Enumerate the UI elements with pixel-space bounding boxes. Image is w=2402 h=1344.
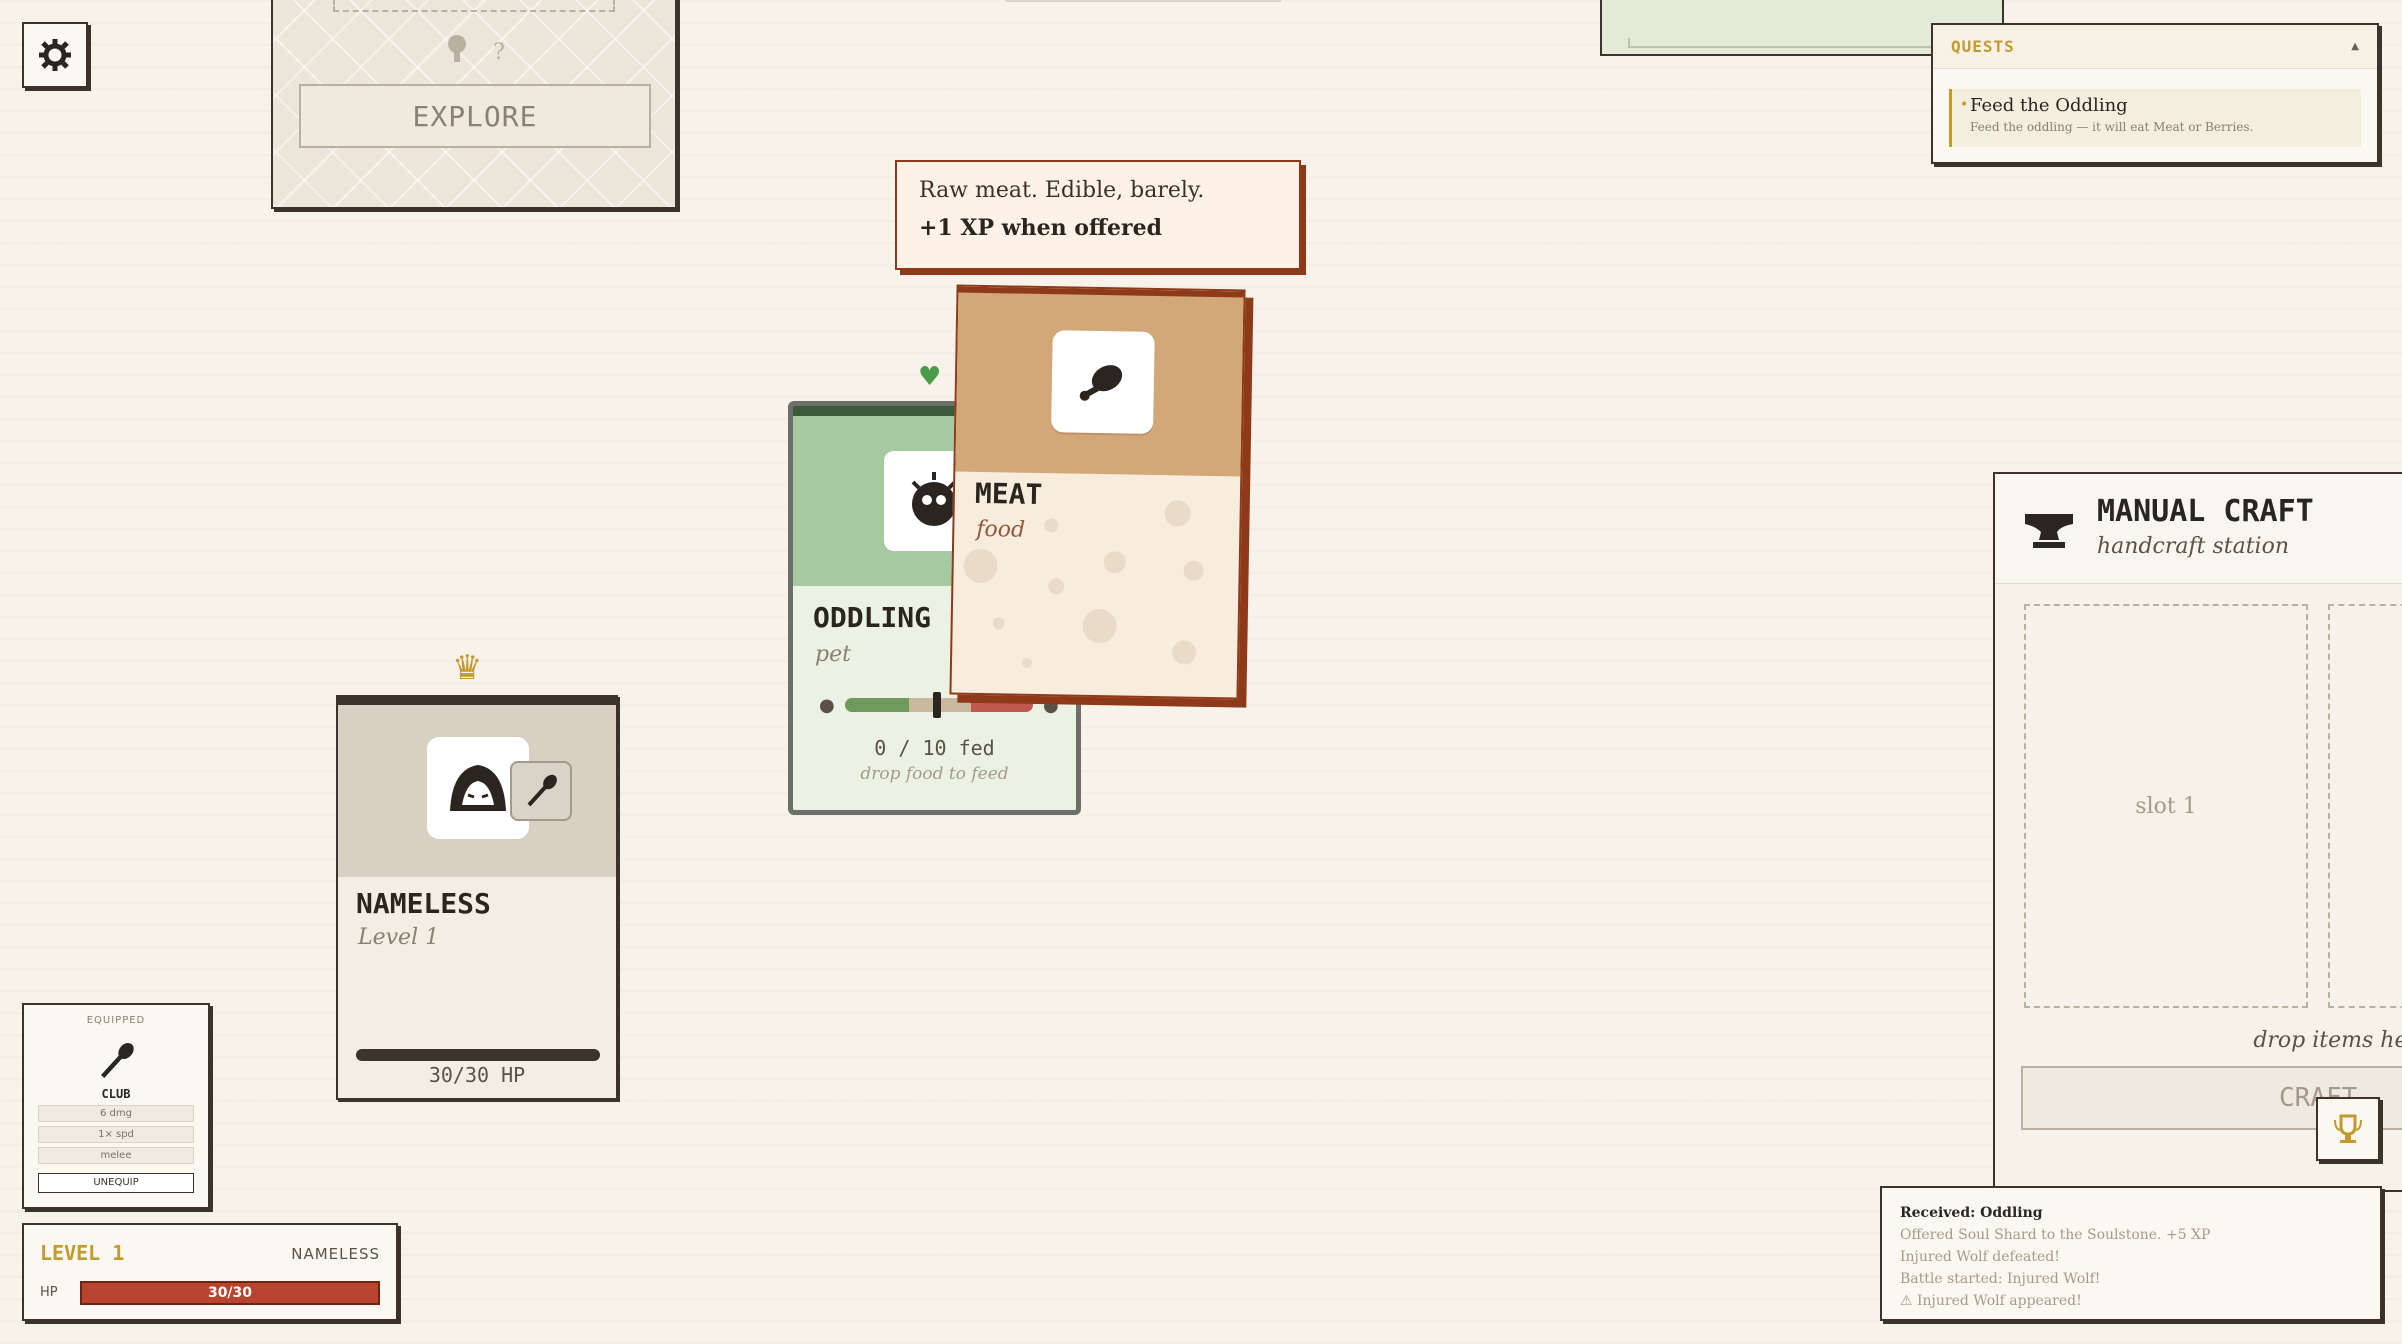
equipped-item-name: CLUB xyxy=(101,1087,131,1101)
hp-label: HP xyxy=(40,1285,58,1300)
settings-button[interactable] xyxy=(22,22,88,88)
log-entry: ⚠ Injured Wolf appeared! xyxy=(1900,1293,2082,1309)
player-hp-bar xyxy=(356,1049,600,1061)
hp-bar: 30/30 xyxy=(80,1281,380,1305)
collapse-icon[interactable]: ▲ xyxy=(2351,41,2359,52)
log-entry: Battle started: Injured Wolf! xyxy=(1900,1271,2101,1287)
quests-header[interactable]: QUESTS ▲ xyxy=(1933,25,2377,69)
hunger-icon: ● xyxy=(819,695,835,716)
craft-slot-1[interactable]: slot 1 xyxy=(2024,604,2308,1008)
meat-card[interactable]: MEAT food xyxy=(949,284,1246,700)
quest-description: Feed the oddling — it will eat Meat or B… xyxy=(1970,120,2254,134)
craft-title: MANUAL CRAFT xyxy=(2097,494,2314,529)
laurel-crown-icon: ♛ xyxy=(452,648,483,688)
meat-name: MEAT xyxy=(974,476,1043,512)
quest-bullet-icon: • xyxy=(1960,97,1969,113)
meat-type: food xyxy=(976,516,1026,543)
stat-damage: 6 dmg xyxy=(38,1105,194,1122)
explore-unknown-mark: ? xyxy=(493,39,505,65)
quest-name: Feed the Oddling xyxy=(1970,95,2128,116)
explore-hint: ? xyxy=(273,34,675,70)
player-hp-text: 30/30 HP xyxy=(428,1063,526,1087)
equipped-title: EQUIPPED xyxy=(86,1015,146,1026)
tree-icon xyxy=(443,34,471,70)
event-log: Received: Oddling Offered Soul Shard to … xyxy=(1880,1186,2382,1321)
full-icon: ● xyxy=(1043,695,1059,716)
club-icon xyxy=(96,1041,136,1085)
club-icon xyxy=(527,774,557,807)
craft-slot-label: slot 1 xyxy=(2135,793,2197,819)
explore-area: ? EXPLORE xyxy=(271,0,677,209)
item-tooltip: Raw meat. Edible, barely. +1 XP when off… xyxy=(895,160,1301,270)
explore-button[interactable]: EXPLORE xyxy=(299,84,651,148)
feed-hint: drop food to feed xyxy=(860,764,1009,784)
tooltip-description: Raw meat. Edible, barely. xyxy=(919,178,1205,203)
anvil-icon xyxy=(2021,504,2077,556)
level-label: LEVEL 1 xyxy=(40,1241,125,1265)
craft-slot-2[interactable] xyxy=(2328,604,2402,1008)
player-card[interactable]: NAMELESS Level 1 30/30 HP xyxy=(336,695,618,1100)
equipped-panel: EQUIPPED CLUB 6 dmg 1× spd melee UNEQUIP xyxy=(22,1003,210,1209)
fed-count: 0 / 10 fed xyxy=(874,736,995,760)
log-entry: Injured Wolf defeated! xyxy=(1900,1249,2060,1265)
status-panel: LEVEL 1 NAMELESS HP 30/30 xyxy=(22,1223,398,1321)
oddling-type: pet xyxy=(815,642,851,667)
stat-range: melee xyxy=(38,1147,194,1164)
trophy-icon xyxy=(2334,1114,2362,1143)
log-entry: Offered Soul Shard to the Soulstone. +5 … xyxy=(1900,1227,2211,1243)
craft-panel: MANUAL CRAFT handcraft station slot 1 dr… xyxy=(1993,472,2402,1192)
pet-heart-icon: ♥ xyxy=(918,362,942,392)
quest-item[interactable]: • Feed the Oddling Feed the oddling — it… xyxy=(1949,89,2361,147)
craft-subtitle: handcraft station xyxy=(2097,534,2290,559)
quests-panel: QUESTS ▲ • Feed the Oddling Feed the odd… xyxy=(1931,23,2379,164)
hooded-figure-icon xyxy=(450,765,506,811)
quests-title: QUESTS xyxy=(1951,37,2015,56)
oddling-name: ODDLING xyxy=(813,601,932,634)
equipped-weapon-badge[interactable] xyxy=(510,761,572,821)
player-name: NAMELESS xyxy=(356,887,491,920)
craft-drop-hint: drop items here xyxy=(2253,1028,2402,1053)
explore-drop-slot[interactable] xyxy=(333,0,615,12)
top-card-edge xyxy=(1005,0,1281,2)
achievements-button[interactable] xyxy=(2316,1097,2380,1161)
gear-icon xyxy=(39,39,71,71)
meat-portrait xyxy=(1051,330,1155,434)
unequip-button[interactable]: UNEQUIP xyxy=(38,1173,194,1193)
player-level: Level 1 xyxy=(358,925,440,950)
meat-icon xyxy=(1079,365,1123,401)
feed-meter-marker xyxy=(933,692,941,718)
tooltip-xp: +1 XP when offered xyxy=(919,215,1162,241)
player-name-label: NAMELESS xyxy=(291,1245,380,1263)
stat-speed: 1× spd xyxy=(38,1126,194,1143)
log-entry: Received: Oddling xyxy=(1900,1205,2043,1221)
